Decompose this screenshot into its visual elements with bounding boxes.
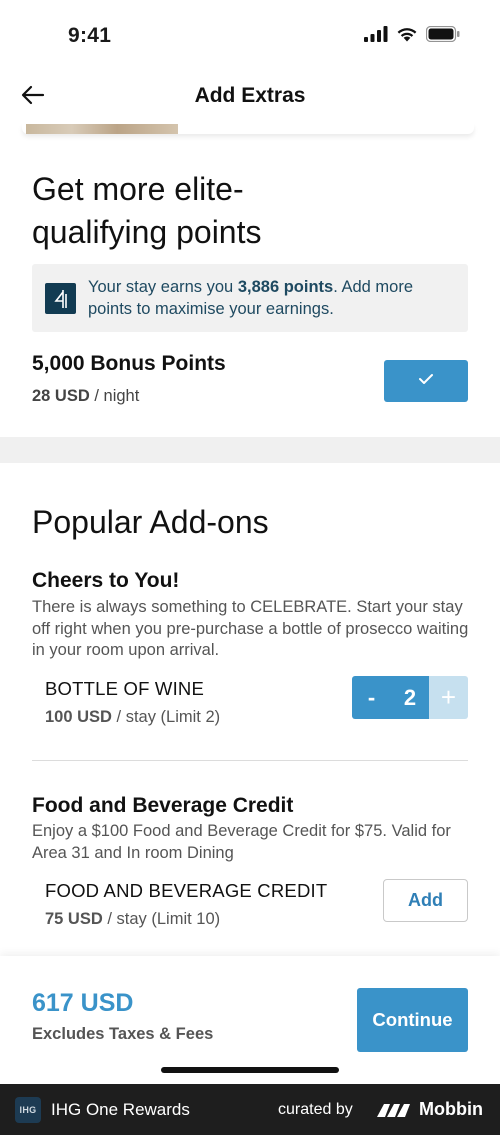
bonus-points-price: 28 USD / night [32,387,140,405]
content-scroll[interactable]: Get more elite-qualifying points Your st… [0,124,500,956]
mobbin-logo-icon [375,1101,413,1124]
quantity-stepper: - 2 + [352,676,468,719]
app-name: IHG One Rewards [51,1100,190,1119]
addon-item-price: 75 USD / stay (Limit 10) [45,910,221,928]
addon-description: There is always something to CELEBRATE. … [32,598,469,659]
page-title: Add Extras [194,84,306,107]
section-divider [0,437,500,463]
quantity-value: 2 [391,676,429,719]
curated-by-label: curated by [278,1101,353,1118]
status-icons [364,25,460,47]
home-indicator [161,1067,339,1073]
continue-button[interactable]: Continue [357,988,468,1052]
addon-description: Enjoy a $100 Food and Beverage Credit fo… [32,822,451,862]
addon-item-name: BOTTLE OF WINE [45,678,205,699]
elite-points-heading: Get more elite-qualifying points [32,171,262,250]
earned-points: 3,886 points [237,278,334,296]
checkout-footer: 617 USD Excludes Taxes & Fees Continue [0,956,500,1084]
brand-bar: IHG IHG One Rewards curated by Mobbin [0,1084,500,1135]
popular-addons-heading: Popular Add-ons [32,504,269,540]
previous-card-edge [0,124,500,136]
total-price: 617 USD [32,989,134,1017]
total-note: Excludes Taxes & Fees [32,1025,214,1043]
addon-title: Food and Beverage Credit [32,794,294,817]
decrement-button[interactable]: - [352,676,391,719]
bonus-points-toggle[interactable] [384,360,468,402]
addon-item-name: FOOD AND BEVERAGE CREDIT [45,880,328,901]
points-info-box: Your stay earns you 3,886 points. Add mo… [32,264,468,332]
previous-card-image [26,124,178,134]
bonus-points-title: 5,000 Bonus Points [32,352,226,375]
nav-header: Add Extras [0,70,500,124]
addon-title: Cheers to You! [32,569,180,592]
status-bar: 9:41 [0,0,500,70]
status-time: 9:41 [68,24,112,47]
battery-icon [425,25,460,47]
increment-button[interactable]: + [429,676,468,719]
points-info-text: Your stay earns you 3,886 points. Add mo… [88,278,413,318]
addon-item-price: 100 USD / stay (Limit 2) [45,708,221,726]
ihg-card-icon [45,283,76,314]
ihg-logo-icon: IHG [15,1097,41,1123]
mobbin-name: Mobbin [419,1099,483,1119]
signal-icon [364,26,388,47]
add-button[interactable]: Add [383,879,468,922]
divider [32,760,468,761]
wifi-icon [396,26,418,47]
checkmark-icon [418,372,434,390]
